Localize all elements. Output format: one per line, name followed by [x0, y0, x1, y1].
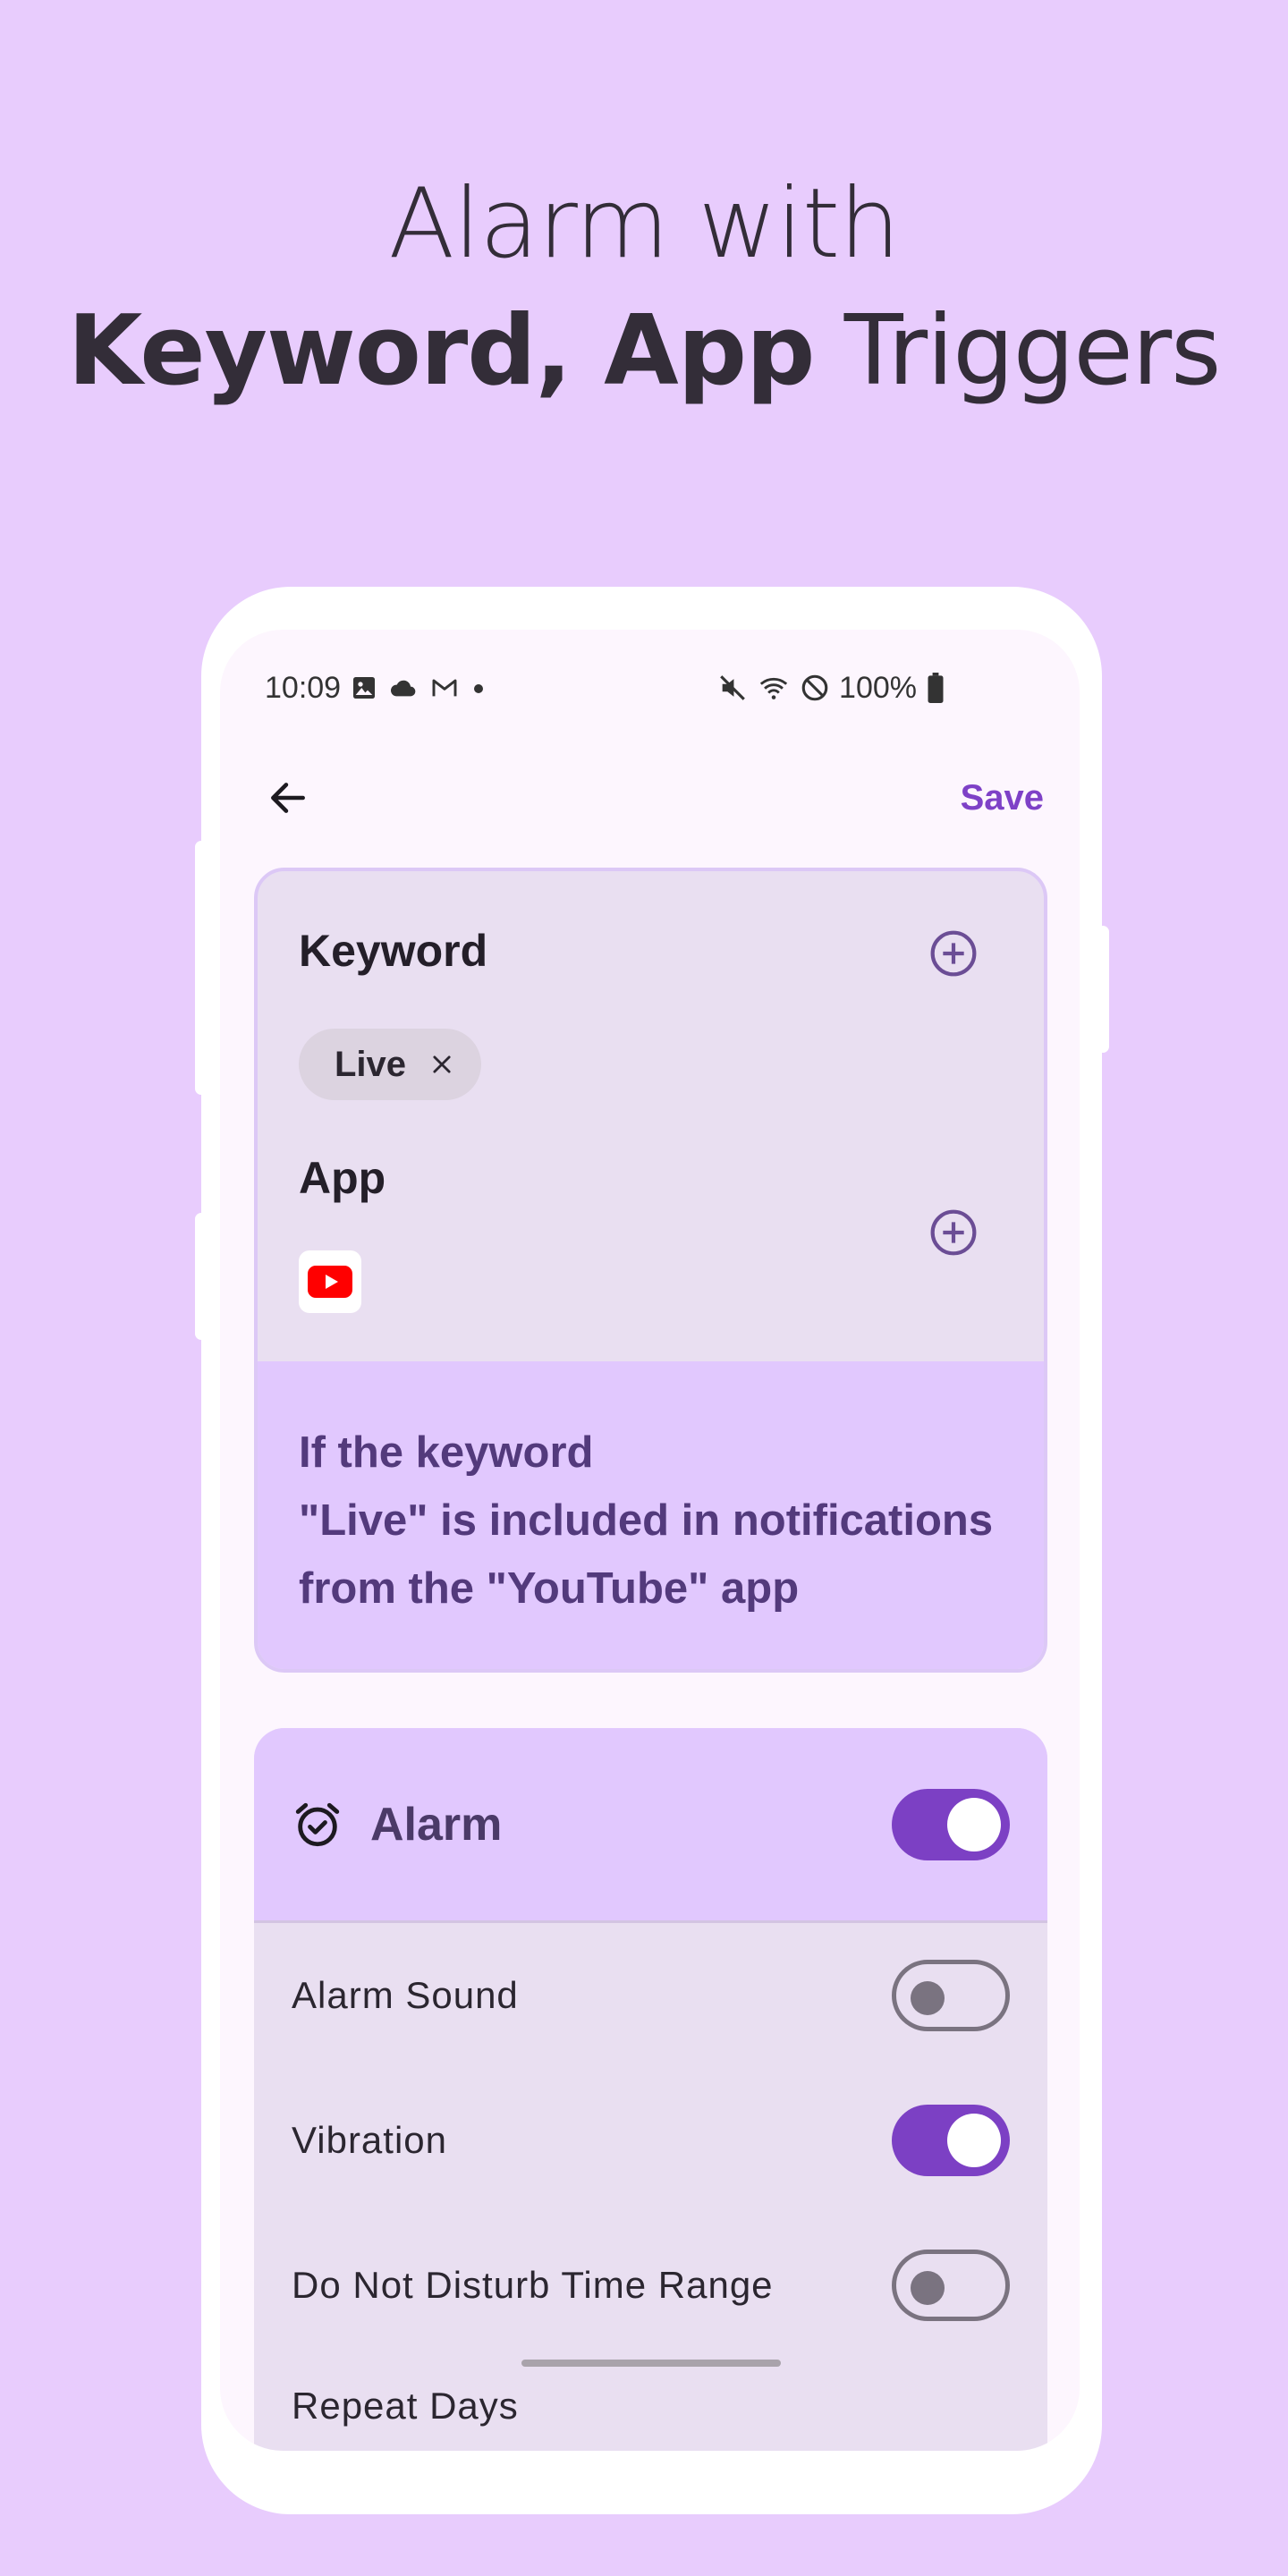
mute-icon [720, 675, 745, 700]
trigger-description: If the keyword "Live" is included in not… [258, 1361, 1044, 1669]
close-icon[interactable] [429, 1052, 454, 1077]
back-button[interactable] [252, 762, 324, 834]
dnd-icon [801, 674, 828, 701]
gesture-bar[interactable] [521, 2360, 781, 2367]
keyword-title: Keyword [299, 926, 488, 976]
setting-label: Alarm Sound [292, 1974, 519, 2016]
setting-row-vibration: Vibration [254, 2068, 1047, 2213]
wifi-icon [759, 677, 788, 699]
save-button[interactable]: Save [961, 769, 1044, 827]
keyword-chip[interactable]: Live [299, 1029, 482, 1100]
alarm-clock-icon [295, 1802, 340, 1846]
setting-label: Do Not Disturb Time Range [292, 2264, 774, 2306]
battery-icon [928, 673, 944, 703]
description-line: If the keyword [299, 1428, 594, 1477]
headline-rest: Triggers [814, 295, 1222, 407]
phone-screen: 10:09 100% Save Keyword Live App If the … [220, 630, 1080, 2451]
battery-percent: 100% [839, 670, 917, 705]
arrow-left-icon [271, 783, 305, 813]
setting-row-alarm-sound: Alarm Sound [254, 1923, 1047, 2068]
status-time: 10:09 [265, 670, 342, 705]
headline-line1: Alarm with [388, 168, 900, 280]
gmail-icon [432, 679, 457, 697]
add-keyword-button[interactable] [928, 928, 979, 979]
side-button [195, 841, 208, 1095]
description-line: from the "YouTube" app [299, 1564, 800, 1613]
repeat-days-row[interactable]: Repeat Days [254, 2358, 1047, 2428]
headline-line2: Keyword, App Triggers [0, 288, 1288, 415]
app-item-youtube[interactable] [299, 1250, 361, 1313]
image-icon [353, 677, 376, 699]
dnd-toggle[interactable] [892, 2250, 1010, 2321]
description-line: "Live" is included in notifications [299, 1496, 994, 1545]
alarm-header: Alarm [254, 1728, 1047, 1923]
youtube-icon [308, 1266, 352, 1298]
vibration-toggle[interactable] [892, 2105, 1010, 2176]
alarm-card: Alarm Alarm Sound Vibration Do Not Distu… [254, 1728, 1047, 2451]
alarm-toggle[interactable] [892, 1788, 1010, 1860]
alarm-sound-toggle[interactable] [892, 1960, 1010, 2031]
keyword-chip-label: Live [335, 1044, 407, 1084]
alarm-title: Alarm [370, 1798, 503, 1851]
status-bar: 10:09 100% [265, 665, 945, 710]
trigger-card: Keyword Live App If the keyword "Live" i… [254, 868, 1047, 1673]
headline-bold: Keyword, App [67, 295, 816, 407]
repeat-days-label: Repeat Days [292, 2385, 519, 2427]
setting-label: Vibration [292, 2119, 448, 2161]
side-button [195, 1213, 208, 1340]
headline: Alarm with Keyword, App Triggers [0, 161, 1288, 415]
app-title: App [299, 1153, 386, 1203]
add-app-button[interactable] [928, 1208, 979, 1258]
cloud-icon [391, 680, 416, 697]
top-app-bar: Save [252, 762, 1047, 834]
dot-icon [474, 684, 484, 693]
side-button [1097, 926, 1109, 1053]
trigger-settings: Keyword Live App [258, 871, 1044, 1361]
setting-row-dnd: Do Not Disturb Time Range [254, 2213, 1047, 2358]
